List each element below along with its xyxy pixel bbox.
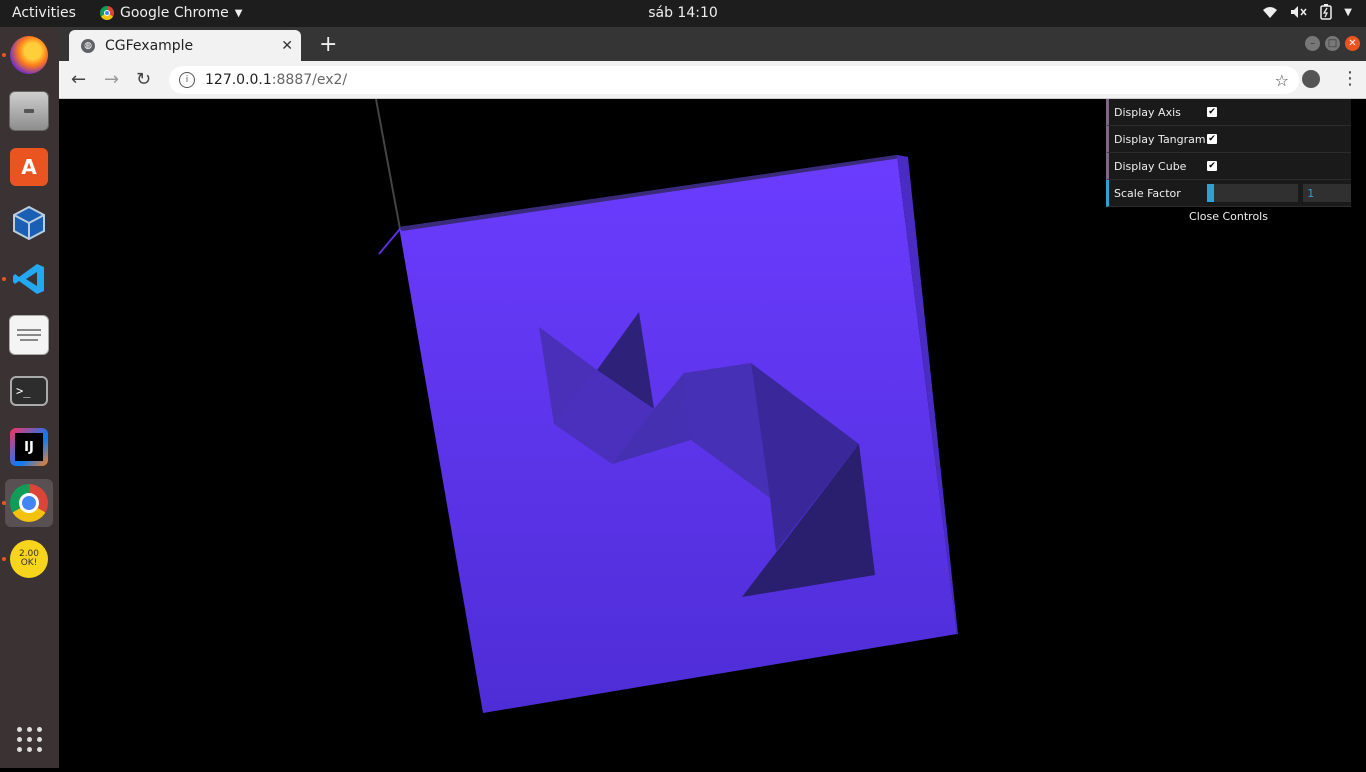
intellij-icon-label: IJ: [15, 433, 43, 461]
chrome-icon: [10, 484, 48, 522]
axis-line-z: [378, 228, 401, 255]
display-tangram-checkbox[interactable]: ✔: [1207, 134, 1217, 144]
dock-item-files[interactable]: [5, 87, 53, 135]
battery-icon: [1320, 4, 1333, 20]
chrome-menu-icon[interactable]: ⋮: [1341, 68, 1359, 89]
url-host: 127.0.0.1: [205, 72, 272, 88]
gui-row-display-cube[interactable]: Display Cube ✔: [1106, 153, 1351, 180]
scale-factor-input[interactable]: 1: [1303, 184, 1351, 202]
gnome-top-bar: Activities Google Chrome ▼ sáb 14:10 ▼: [0, 0, 1366, 27]
intellij-icon: IJ: [10, 428, 48, 466]
dock-item-terminal[interactable]: >_: [5, 367, 53, 415]
reload-button[interactable]: ↻: [136, 69, 151, 90]
url-path: :8887/ex2/: [271, 72, 348, 88]
app-menu[interactable]: Google Chrome ▼: [100, 5, 242, 21]
clock[interactable]: sáb 14:10: [648, 5, 718, 21]
profile-avatar-icon[interactable]: [1302, 70, 1320, 88]
globe-icon: ◍: [81, 38, 95, 53]
browser-tab-strip: ◍ CGFexample ✕ + – □ ✕: [59, 27, 1366, 61]
show-applications-button[interactable]: [5, 715, 53, 763]
terminal-prompt-glyph: >_: [16, 384, 31, 398]
close-window-button[interactable]: ✕: [1345, 36, 1360, 51]
activities-button[interactable]: Activities: [12, 5, 76, 21]
dock-item-intellij[interactable]: IJ: [5, 423, 53, 471]
address-bar[interactable]: i 127.0.0.1:8887/ex2/ ☆: [169, 66, 1299, 94]
vscode-icon: [10, 260, 48, 298]
maximize-button[interactable]: □: [1325, 36, 1340, 51]
browser-toolbar: ← → ↻ i 127.0.0.1:8887/ex2/ ☆ ⋮: [59, 61, 1366, 99]
display-cube-checkbox[interactable]: ✔: [1207, 161, 1217, 171]
forward-button[interactable]: →: [104, 69, 119, 90]
chrome-icon: [100, 6, 114, 20]
wifi-icon: [1263, 7, 1278, 18]
system-menu-icon: ▼: [1344, 6, 1352, 18]
app-menu-label: Google Chrome: [120, 5, 229, 21]
gui-label: Display Cube: [1114, 159, 1187, 173]
dock: A >_ IJ 2.00 OK!: [0, 27, 59, 768]
display-axis-checkbox[interactable]: ✔: [1207, 107, 1217, 117]
gui-row-scale-factor[interactable]: Scale Factor 1: [1106, 180, 1351, 207]
software-center-icon: A: [10, 148, 48, 186]
new-tab-button[interactable]: +: [319, 32, 337, 57]
dock-item-firefox[interactable]: [2, 31, 53, 79]
back-button[interactable]: ←: [71, 69, 86, 90]
tab-close-button[interactable]: ✕: [281, 38, 293, 54]
dock-item-vscode[interactable]: [2, 255, 53, 303]
chevron-down-icon: ▼: [234, 7, 243, 19]
gui-label: Scale Factor: [1114, 186, 1181, 200]
files-icon: [9, 91, 49, 131]
terminal-icon: >_: [10, 376, 48, 406]
sticker-icon-label: 2.00 OK!: [18, 549, 40, 568]
dock-item-chrome[interactable]: [2, 479, 53, 527]
system-tray[interactable]: ▼: [1262, 4, 1352, 20]
dock-item-virtualbox[interactable]: [5, 199, 53, 247]
axis-line-y: [375, 98, 401, 230]
gui-label: Display Axis: [1114, 105, 1181, 119]
tab-title: CGFexample: [105, 37, 194, 54]
window-controls: – □ ✕: [1305, 36, 1360, 51]
gui-label: Display Tangram: [1114, 132, 1206, 146]
scale-factor-slider[interactable]: [1206, 184, 1299, 202]
slider-fill: [1206, 184, 1214, 202]
gui-row-display-tangram[interactable]: Display Tangram ✔: [1106, 126, 1351, 153]
sticker-icon: 2.00 OK!: [10, 540, 48, 578]
virtualbox-icon: [10, 204, 48, 242]
minimize-button[interactable]: –: [1305, 36, 1320, 51]
gui-controls-panel: Display Axis ✔ Display Tangram ✔ Display…: [1106, 99, 1351, 227]
gui-row-display-axis[interactable]: Display Axis ✔: [1106, 99, 1351, 126]
firefox-icon: [10, 36, 48, 74]
info-icon[interactable]: i: [179, 72, 195, 88]
dock-item-text-editor[interactable]: [5, 311, 53, 359]
dock-item-software-center[interactable]: A: [5, 143, 53, 191]
close-controls-button[interactable]: Close Controls: [1106, 207, 1351, 227]
dock-item-sticker[interactable]: 2.00 OK!: [2, 535, 53, 583]
grid-icon: [16, 726, 42, 752]
browser-tab[interactable]: ◍ CGFexample ✕: [69, 30, 301, 61]
volume-muted-icon: [1291, 6, 1307, 18]
text-editor-icon: [9, 315, 49, 355]
bookmark-star-icon[interactable]: ☆: [1275, 71, 1289, 90]
